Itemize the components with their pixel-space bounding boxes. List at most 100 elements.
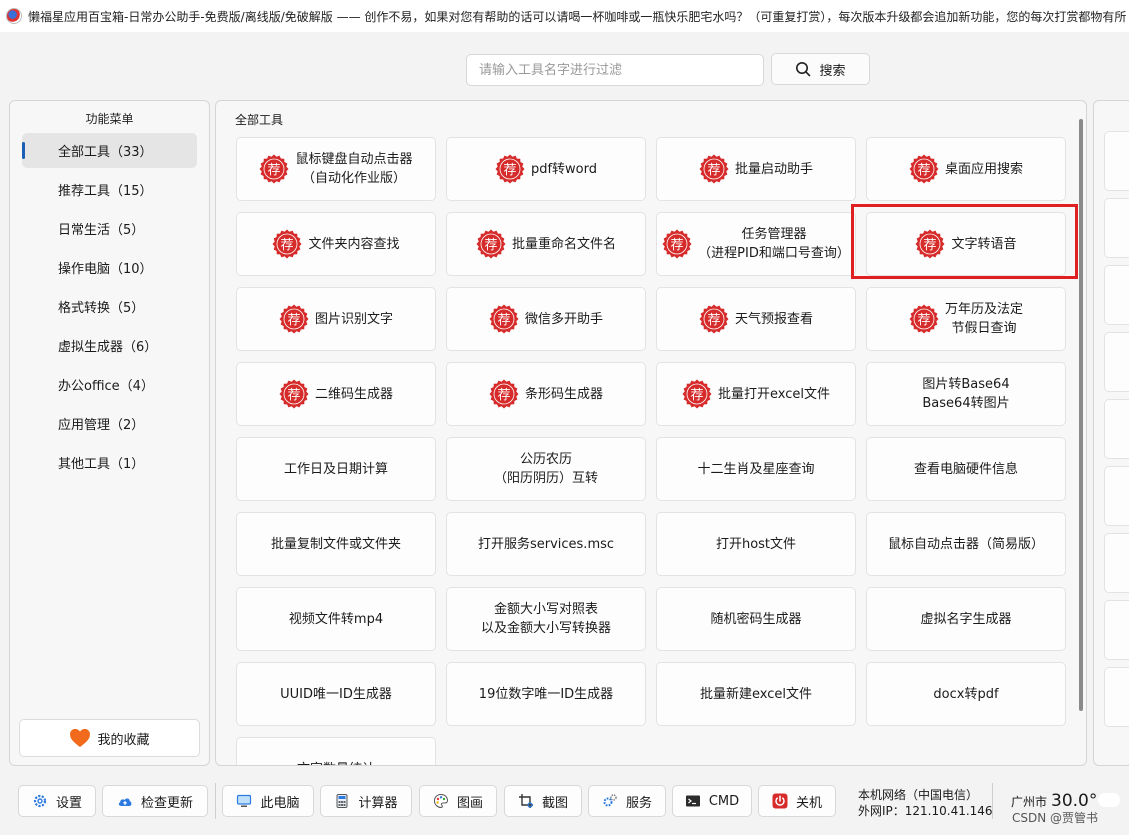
tool-card-label: 工作日及日期计算 xyxy=(283,461,388,477)
settings-button[interactable]: 设置 xyxy=(18,785,96,817)
sidebar-item-app-management[interactable]: 应用管理（2） xyxy=(22,406,197,441)
tool-card[interactable]: 荐文件夹内容查找 xyxy=(236,212,436,276)
tool-card-label: 文件夹内容查找 xyxy=(308,236,400,252)
tool-card[interactable]: 荐万年历及法定 节假日查询 xyxy=(866,287,1066,351)
shutdown-button[interactable]: 关机 xyxy=(758,785,836,817)
right-panel-card[interactable] xyxy=(1104,198,1129,258)
app-logo-icon xyxy=(6,8,22,24)
recommended-stamp-icon: 荐 xyxy=(476,229,506,259)
sidebar-item-recommended[interactable]: 推荐工具（15） xyxy=(22,172,197,207)
sidebar-item-all-tools[interactable]: 全部工具（33） xyxy=(22,133,197,168)
power-icon xyxy=(772,793,788,809)
tool-card[interactable]: 视频文件转mp4 xyxy=(236,587,436,651)
sidebar-item-generators[interactable]: 虚拟生成器（6） xyxy=(22,328,197,363)
calculator-icon xyxy=(336,794,348,808)
tool-card[interactable]: 查看电脑硬件信息 xyxy=(866,437,1066,501)
tool-card[interactable]: 荐条形码生成器 xyxy=(446,362,646,426)
screenshot-icon xyxy=(518,794,533,808)
recommended-stamp-char: 荐 xyxy=(497,388,510,403)
tool-card[interactable]: 批量新建excel文件 xyxy=(656,662,856,726)
recommended-stamp-icon: 荐 xyxy=(489,304,519,334)
tool-card[interactable]: 荐批量启动助手 xyxy=(656,137,856,201)
sidebar-item-daily-life[interactable]: 日常生活（5） xyxy=(22,211,197,246)
sidebar-item-format-convert[interactable]: 格式转换（5） xyxy=(22,289,197,324)
tool-card[interactable]: 荐批量重命名文件名 xyxy=(446,212,646,276)
sidebar-item-computer-ops[interactable]: 操作电脑（10） xyxy=(22,250,197,285)
services-button[interactable]: 服务 xyxy=(588,785,666,817)
shutdown-label: 关机 xyxy=(795,795,822,811)
tool-card[interactable]: 荐批量打开excel文件 xyxy=(656,362,856,426)
right-panel-card[interactable] xyxy=(1104,265,1129,325)
tool-card-label: 天气预报查看 xyxy=(734,311,813,327)
recommended-stamp-icon: 荐 xyxy=(682,379,712,409)
recommended-stamp-char: 荐 xyxy=(690,388,703,403)
tool-card[interactable]: 随机密码生成器 xyxy=(656,587,856,651)
tool-card[interactable]: 19位数字唯一ID生成器 xyxy=(446,662,646,726)
tool-card[interactable]: 荐 pdf转word xyxy=(446,137,646,201)
check-update-label: 检查更新 xyxy=(140,795,193,811)
right-panel-card[interactable] xyxy=(1104,399,1129,459)
tool-card-label: pdf转word xyxy=(530,161,598,177)
tool-card-label: 批量新建excel文件 xyxy=(700,686,812,702)
right-panel-card[interactable] xyxy=(1104,533,1129,593)
tool-card-label: 批量打开excel文件 xyxy=(718,386,830,402)
heart-icon xyxy=(70,728,91,748)
tool-card[interactable]: 虚拟名字生成器 xyxy=(866,587,1066,651)
screenshot-button[interactable]: 截图 xyxy=(504,785,582,817)
tool-card[interactable]: 荐鼠标键盘自动点击器 （自动化作业版） xyxy=(236,137,436,201)
tool-card[interactable]: 十二生肖及星座查询 xyxy=(656,437,856,501)
paint-button[interactable]: 图画 xyxy=(419,785,497,817)
tool-card[interactable]: 荐二维码生成器 xyxy=(236,362,436,426)
tool-card-label: 桌面应用搜索 xyxy=(944,161,1023,177)
right-panel-card[interactable] xyxy=(1104,600,1129,660)
tool-card[interactable]: 荐天气预报查看 xyxy=(656,287,856,351)
tools-scrollbar[interactable] xyxy=(1079,119,1083,711)
tool-card[interactable]: 鼠标自动点击器（简易版） xyxy=(866,512,1066,576)
sidebar-item-office[interactable]: 办公office（4） xyxy=(22,367,197,402)
right-panel-card[interactable] xyxy=(1104,131,1129,191)
terminal-icon xyxy=(685,795,700,807)
tool-card-label: docx转pdf xyxy=(933,686,999,702)
tool-card[interactable]: 金额大小写对照表 以及金额大小写转换器 xyxy=(446,587,646,651)
tool-card[interactable]: 荐图片识别文字 xyxy=(236,287,436,351)
tool-card[interactable]: 打开服务services.msc xyxy=(446,512,646,576)
tool-card-label: 金额大小写对照表 以及金额大小写转换器 xyxy=(480,602,611,636)
cmd-button[interactable]: CMD xyxy=(672,785,752,817)
search-button[interactable]: 搜索 xyxy=(771,53,870,85)
right-panel-card[interactable] xyxy=(1104,332,1129,392)
recommended-stamp-icon: 荐 xyxy=(259,154,289,184)
tool-card[interactable]: 批量复制文件或文件夹 xyxy=(236,512,436,576)
recommended-stamp-icon: 荐 xyxy=(272,229,302,259)
tool-card-label: 文字数量统计 xyxy=(297,760,375,766)
recommended-stamp-char: 荐 xyxy=(287,388,300,403)
tool-card[interactable]: 荐微信多开助手 xyxy=(446,287,646,351)
tool-card-label: 批量启动助手 xyxy=(734,161,813,177)
calculator-button[interactable]: 计算器 xyxy=(320,785,412,817)
tool-card[interactable]: 公历农历 （阳历阴历）互转 xyxy=(446,437,646,501)
services-icon xyxy=(603,794,617,807)
this-pc-button[interactable]: 此电脑 xyxy=(222,785,314,817)
tool-card[interactable]: UUID唯一ID生成器 xyxy=(236,662,436,726)
services-label: 服务 xyxy=(625,795,652,811)
right-panel-card[interactable] xyxy=(1104,466,1129,526)
search-input[interactable] xyxy=(466,54,764,86)
sidebar-item-label: 操作电脑（10） xyxy=(58,262,153,277)
tool-card[interactable]: 荐任务管理器 （进程PID和端口号查询） xyxy=(656,212,856,276)
favorites-button[interactable]: 我的收藏 xyxy=(19,719,200,757)
tool-card[interactable]: 文字数量统计 xyxy=(236,737,436,766)
tool-card[interactable]: 工作日及日期计算 xyxy=(236,437,436,501)
tool-card-label: 打开host文件 xyxy=(715,536,797,552)
recommended-stamp-icon: 荐 xyxy=(909,304,939,334)
tool-card[interactable]: 打开host文件 xyxy=(656,512,856,576)
tool-card-label: 二维码生成器 xyxy=(314,386,393,402)
tool-card[interactable]: 荐文字转语音 xyxy=(866,212,1066,276)
check-update-button[interactable]: 检查更新 xyxy=(102,785,208,817)
sidebar-item-label: 日常生活（5） xyxy=(58,223,145,238)
tool-card[interactable]: 荐桌面应用搜索 xyxy=(866,137,1066,201)
tool-card[interactable]: docx转pdf xyxy=(866,662,1066,726)
right-panel-card[interactable] xyxy=(1104,667,1129,727)
toolbar-divider xyxy=(215,783,216,819)
sidebar-item-label: 推荐工具（15） xyxy=(58,184,153,199)
tool-card[interactable]: 图片转Base64 Base64转图片 xyxy=(866,362,1066,426)
sidebar-item-other[interactable]: 其他工具（1） xyxy=(22,445,197,480)
